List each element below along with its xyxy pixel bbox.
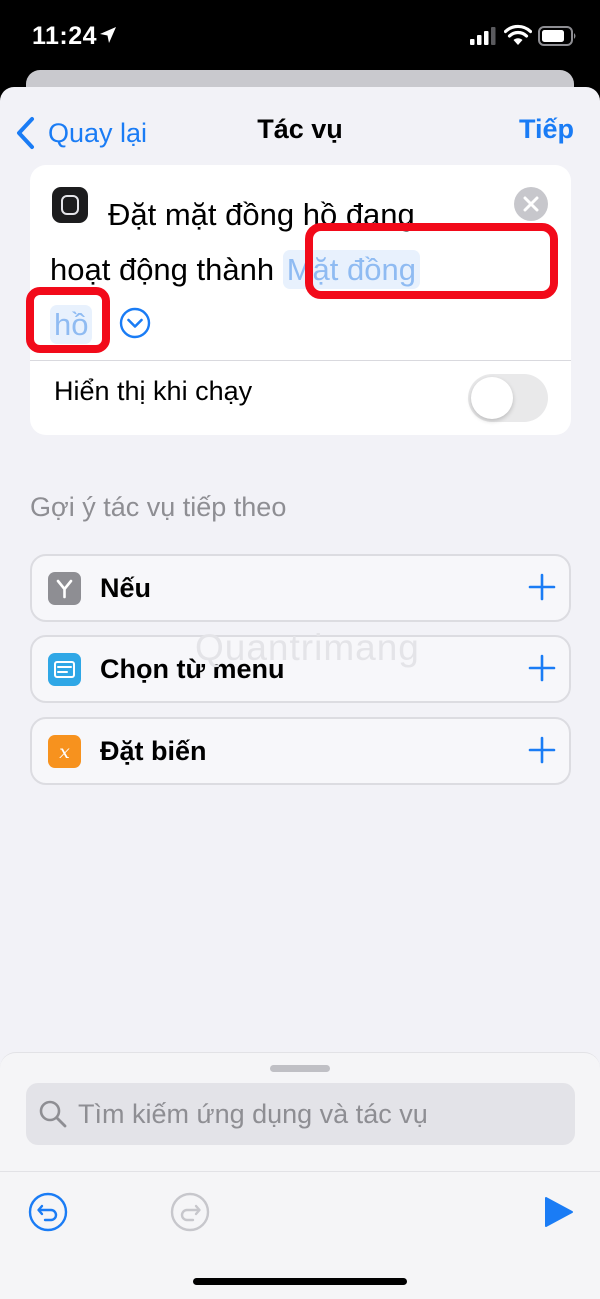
show-when-run-label: Hiển thị khi chạy bbox=[54, 376, 253, 406]
watermark: Quantrimang bbox=[195, 627, 420, 668]
divider bbox=[0, 1171, 600, 1172]
cellular-signal-icon bbox=[470, 27, 496, 45]
wifi-icon bbox=[504, 24, 532, 45]
branch-icon bbox=[48, 572, 81, 605]
status-time: 11:24 bbox=[32, 22, 98, 50]
redo-icon[interactable] bbox=[170, 1192, 210, 1232]
add-icon[interactable] bbox=[528, 573, 556, 601]
search-input[interactable]: Tìm kiếm ứng dụng và tác vụ bbox=[26, 1083, 575, 1145]
page-title: Tác vụ bbox=[257, 114, 343, 144]
suggestion-if[interactable]: Nếu bbox=[30, 554, 571, 622]
play-icon[interactable] bbox=[541, 1195, 575, 1229]
show-when-run-toggle[interactable] bbox=[468, 374, 548, 422]
action-search-panel: Tìm kiếm ứng dụng và tác vụ bbox=[0, 1052, 600, 1299]
svg-text:x: x bbox=[59, 741, 70, 763]
location-arrow-icon bbox=[100, 27, 116, 43]
action-text-line2: hoạt động thành bbox=[50, 252, 275, 287]
suggestion-label: Đặt biến bbox=[100, 736, 207, 766]
menu-icon bbox=[48, 653, 81, 686]
suggestion-label: Nếu bbox=[100, 573, 152, 603]
status-bar: 11:24 bbox=[0, 0, 600, 70]
battery-icon bbox=[538, 26, 576, 46]
chevron-down-circle-icon[interactable] bbox=[119, 307, 151, 339]
home-indicator[interactable] bbox=[193, 1278, 407, 1285]
editor-sheet: Quay lại Tác vụ Tiếp Đặt mặt đồng hồ đan… bbox=[0, 87, 600, 1299]
suggestions-heading: Gợi ý tác vụ tiếp theo bbox=[30, 492, 287, 522]
highlight-frame bbox=[26, 287, 110, 353]
next-button[interactable]: Tiếp bbox=[519, 114, 574, 145]
remove-action-button[interactable] bbox=[514, 187, 548, 221]
divider bbox=[30, 360, 571, 361]
search-placeholder: Tìm kiếm ứng dụng và tác vụ bbox=[78, 1099, 428, 1129]
highlight-frame bbox=[305, 223, 558, 299]
close-icon bbox=[523, 196, 539, 212]
action-card: Đặt mặt đồng hồ đang hoạt động thành Mặt… bbox=[30, 165, 571, 435]
drag-handle[interactable] bbox=[270, 1065, 330, 1072]
variable-x-icon: x bbox=[48, 735, 81, 768]
add-icon[interactable] bbox=[528, 736, 556, 764]
add-icon[interactable] bbox=[528, 654, 556, 682]
suggestion-set-variable[interactable]: x Đặt biến bbox=[30, 717, 571, 785]
undo-icon[interactable] bbox=[28, 1192, 68, 1232]
search-icon bbox=[39, 1100, 67, 1128]
